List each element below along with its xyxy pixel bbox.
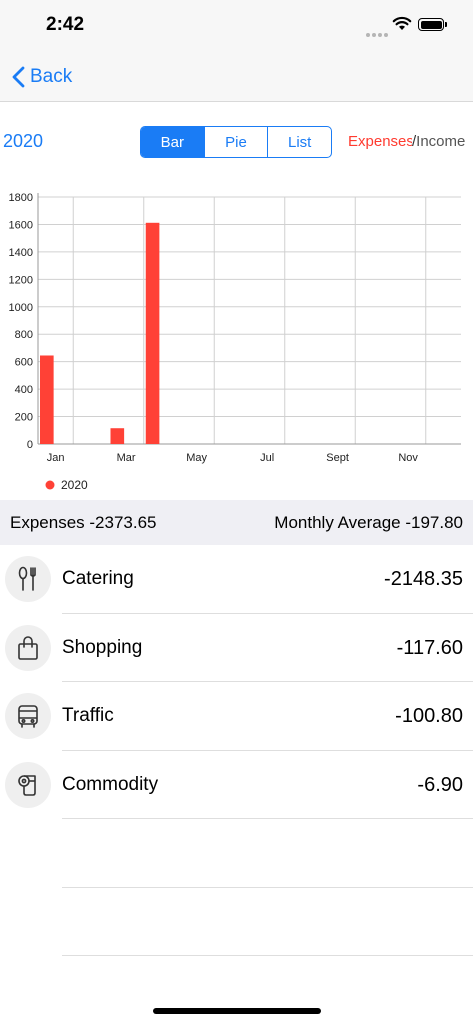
category-row-commodity[interactable]: Commodity -6.90	[0, 751, 473, 819]
y-tick-label: 200	[15, 412, 33, 424]
x-tick-label: Sept	[326, 452, 349, 464]
category-row-traffic[interactable]: Traffic -100.80	[0, 682, 473, 751]
y-tick-label: 0	[27, 439, 33, 451]
back-label: Back	[30, 66, 73, 87]
empty-row	[0, 888, 473, 956]
battery-icon	[418, 18, 444, 31]
category-amount: -117.60	[396, 636, 463, 659]
status-bar: 2:42	[0, 0, 473, 52]
monthly-average: Monthly Average -197.80	[274, 513, 463, 532]
chart-type-segmented-control: Bar Pie List	[140, 126, 332, 158]
segment-list[interactable]: List	[267, 127, 331, 157]
income-option[interactable]: Income	[416, 133, 465, 150]
back-button[interactable]: Back	[12, 62, 72, 92]
bar-chart: 0 200 400 600 800 1000 1200 1400 1600 1800 Jan Mar M…	[9, 192, 461, 492]
bus-icon	[5, 693, 51, 739]
category-row-catering[interactable]: Catering -2148.35	[0, 545, 473, 614]
shopping-bag-icon	[5, 624, 51, 671]
legend-marker	[45, 480, 55, 490]
category-label: Commodity	[62, 773, 159, 795]
home-indicator	[153, 1008, 321, 1014]
y-tick-label: 400	[15, 384, 33, 396]
category-amount: -6.90	[417, 773, 463, 796]
category-amount: -100.80	[395, 705, 463, 727]
y-tick-label: 600	[15, 357, 33, 369]
wifi-icon	[392, 16, 412, 30]
total-expenses: Expenses -2373.65	[10, 513, 157, 532]
y-tick-label: 800	[15, 329, 33, 341]
row-divider	[62, 955, 473, 956]
year-selector[interactable]: 2020	[3, 131, 43, 152]
y-tick-label: 1600	[9, 219, 33, 231]
y-tick-label: 1200	[9, 274, 33, 286]
category-row-shopping[interactable]: Shopping -117.60	[0, 614, 473, 682]
category-list: Catering -2148.35 Shopping -117.60 Traff…	[0, 545, 473, 956]
legend-label: 2020	[61, 478, 88, 492]
category-label: Catering	[62, 568, 134, 589]
x-tick-label: May	[186, 452, 207, 464]
y-tick-label: 1400	[9, 247, 33, 259]
bar	[40, 355, 54, 444]
y-tick-label: 1800	[9, 192, 33, 204]
bar	[110, 428, 125, 444]
empty-row	[0, 819, 473, 888]
battery-tip	[445, 22, 447, 27]
category-label: Traffic	[62, 705, 114, 726]
segment-pie[interactable]: Pie	[203, 127, 268, 157]
expense-income-toggle[interactable]: Expenses/Income	[348, 133, 472, 150]
summary-bar: Expenses -2373.65 Monthly Average -197.8…	[0, 500, 473, 545]
category-label: Shopping	[62, 636, 143, 658]
x-tick-label: Jan	[47, 452, 65, 464]
category-amount: -2148.35	[384, 568, 463, 590]
bar	[145, 222, 160, 444]
chevron-left-icon	[12, 66, 25, 88]
signal-icon	[366, 24, 390, 42]
toilet-paper-icon	[5, 761, 51, 808]
x-tick-label: Jul	[260, 452, 274, 464]
status-time: 2:42	[46, 14, 85, 35]
navigation-bar: Back	[0, 52, 473, 102]
fork-spoon-icon	[5, 556, 51, 602]
x-tick-label: Nov	[398, 452, 418, 464]
y-tick-label: 1000	[9, 302, 33, 314]
expenses-option[interactable]: Expenses	[348, 133, 412, 150]
segment-bar[interactable]: Bar	[141, 127, 204, 157]
x-tick-label: Mar	[117, 452, 136, 464]
